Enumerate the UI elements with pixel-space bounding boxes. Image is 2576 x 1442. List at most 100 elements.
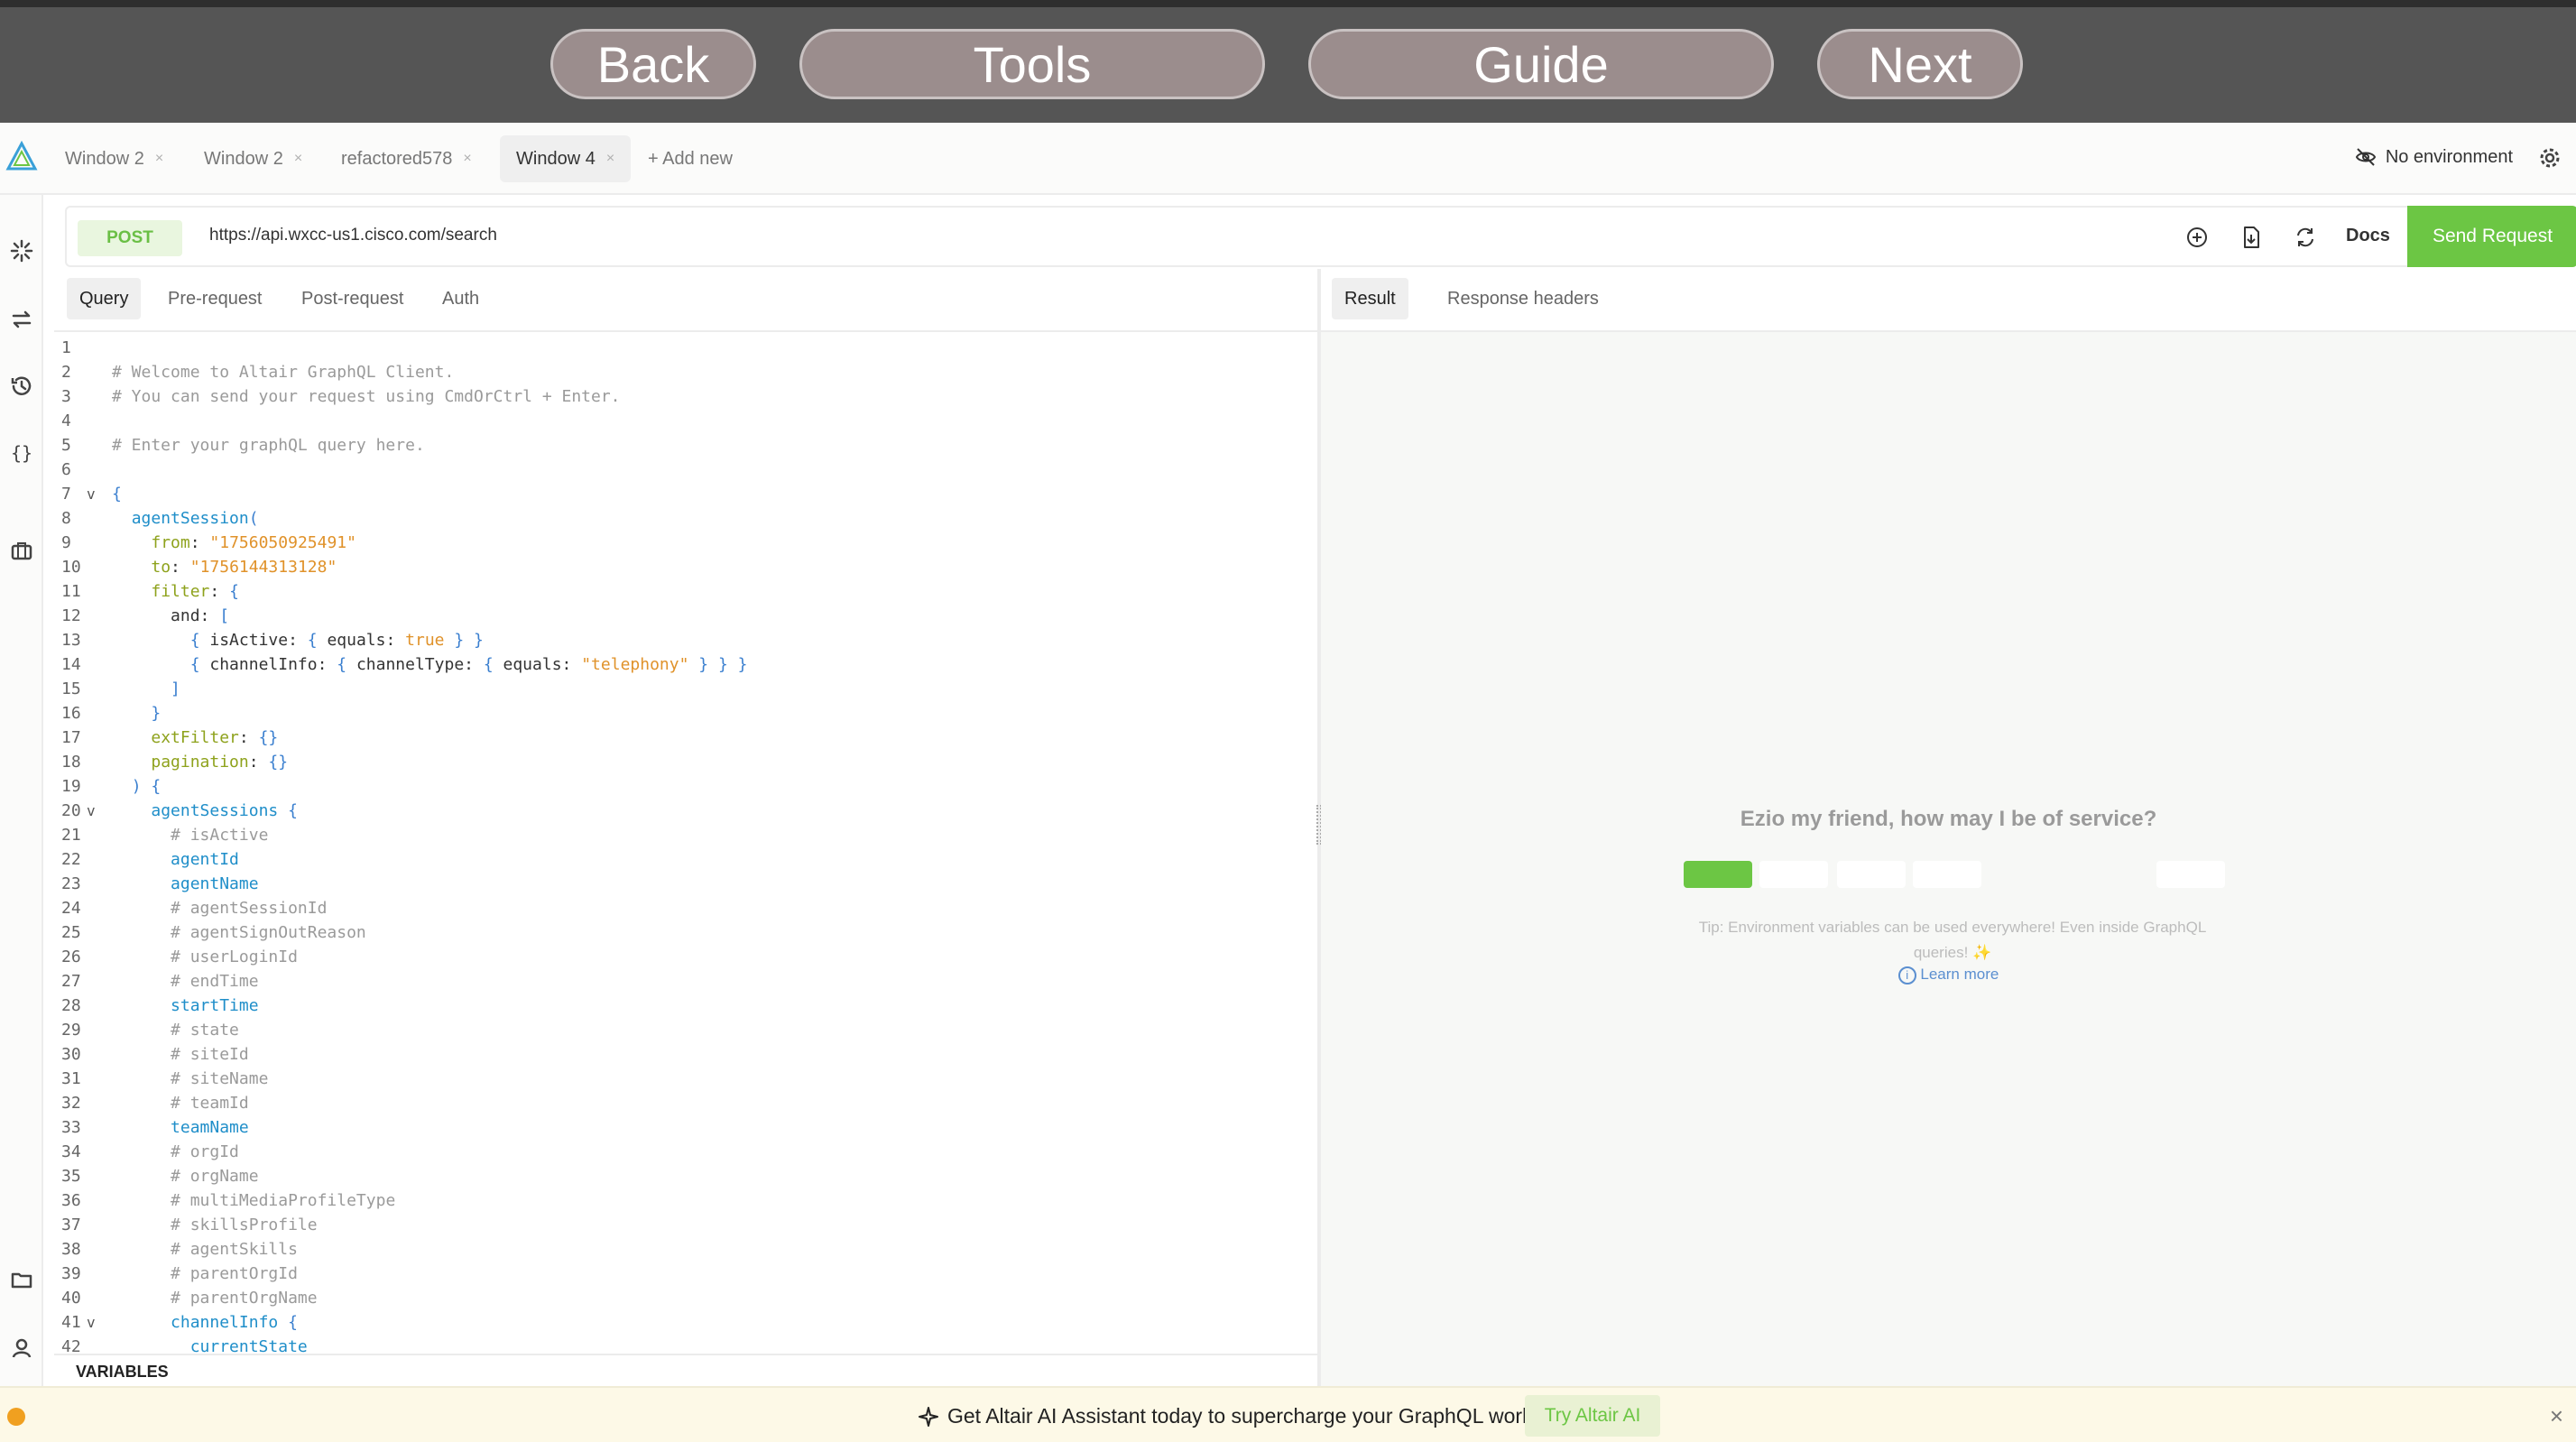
code-token: ) { (131, 777, 162, 796)
code-line[interactable]: 14 { channelInfo: { channelType: { equal… (54, 652, 1317, 677)
guide-button[interactable]: Guide (1308, 29, 1774, 99)
code-line[interactable]: 15 ] (54, 677, 1317, 701)
window-tab[interactable]: Window 2 × (188, 135, 319, 182)
code-line[interactable]: 41 v channelInfo { (54, 1310, 1317, 1335)
tab-query[interactable]: Query (67, 278, 142, 319)
code-line[interactable]: 18 pagination: {} (54, 750, 1317, 774)
notification-dot-icon (7, 1408, 25, 1426)
code-line[interactable]: 23 agentName (54, 872, 1317, 896)
code-token: } (454, 631, 465, 650)
send-request-button[interactable]: Send Request (2407, 206, 2576, 267)
code-line[interactable]: 37 # skillsProfile (54, 1213, 1317, 1237)
close-icon[interactable]: × (155, 151, 163, 167)
code-line[interactable]: 1 (54, 336, 1317, 360)
code-line[interactable]: 30 # siteId (54, 1042, 1317, 1067)
tab-post-request[interactable]: Post-request (289, 278, 416, 319)
code-line[interactable]: 10 to: "1756144313128" (54, 555, 1317, 579)
code-line[interactable]: 20 v agentSessions { (54, 799, 1317, 823)
code-text: ] (112, 677, 180, 701)
code-line[interactable]: 36 # multiMediaProfileType (54, 1188, 1317, 1213)
next-button[interactable]: Next (1817, 29, 2023, 99)
code-line[interactable]: 21 # isActive (54, 823, 1317, 847)
add-new-tab-button[interactable]: + Add new (632, 135, 749, 182)
code-token: agentSession (131, 509, 249, 528)
file-download-icon[interactable] (2238, 224, 2265, 251)
environment-selector[interactable]: No environment (2355, 146, 2513, 168)
url-input[interactable]: https://api.wxcc-us1.cisco.com/search (209, 226, 497, 245)
code-line[interactable]: 6 (54, 458, 1317, 482)
code-line[interactable]: 13 { isActive: { equals: true } } (54, 628, 1317, 652)
code-line[interactable]: 29 # state (54, 1018, 1317, 1042)
code-line[interactable]: 39 # parentOrgId (54, 1262, 1317, 1286)
close-icon[interactable]: × (294, 151, 302, 167)
code-line[interactable]: 22 agentId (54, 847, 1317, 872)
briefcase-icon[interactable] (9, 538, 34, 563)
tab-auth[interactable]: Auth (429, 278, 492, 319)
window-tab[interactable]: Window 2 × (49, 135, 180, 182)
code-line[interactable]: 3 # You can send your request using CmdOr… (54, 384, 1317, 409)
altair-logo-icon[interactable] (5, 141, 38, 173)
shortcut-key (2156, 861, 2225, 888)
folder-icon[interactable] (9, 1267, 34, 1292)
query-editor[interactable]: 1 2 # Welcome to Altair GraphQL Client. 3 # … (54, 336, 1317, 1354)
code-line[interactable]: 34 # orgId (54, 1140, 1317, 1164)
code-line[interactable]: 12 and: [ (54, 604, 1317, 628)
tab-pre-request[interactable]: Pre-request (155, 278, 275, 319)
code-line[interactable]: 11 filter: { (54, 579, 1317, 604)
code-line[interactable]: 33 teamName (54, 1115, 1317, 1140)
line-number: 12 (61, 606, 81, 625)
close-icon[interactable]: × (2550, 1402, 2563, 1430)
try-altair-ai-button[interactable]: Try Altair AI (1525, 1395, 1660, 1437)
fold-toggle-icon[interactable]: v (87, 482, 96, 506)
code-line[interactable]: 26 # userLoginId (54, 945, 1317, 969)
fold-toggle-icon[interactable]: v (87, 1310, 96, 1335)
code-token: : (238, 728, 259, 747)
code-token: {} (268, 753, 289, 772)
http-method-select[interactable]: POST (78, 220, 182, 256)
code-line[interactable]: 35 # orgName (54, 1164, 1317, 1188)
docs-button[interactable]: Docs (2346, 226, 2390, 246)
history-icon[interactable] (9, 374, 34, 399)
code-line[interactable]: 28 startTime (54, 994, 1317, 1018)
window-tab[interactable]: refactored578 × (325, 135, 488, 182)
code-line[interactable]: 42 currentState (54, 1335, 1317, 1354)
window-tab-active[interactable]: Window 4 × (500, 135, 632, 182)
code-line[interactable]: 38 # agentSkills (54, 1237, 1317, 1262)
code-line[interactable]: 24 # agentSessionId (54, 896, 1317, 920)
add-circle-icon[interactable] (2184, 224, 2211, 251)
close-icon[interactable]: × (463, 151, 471, 167)
close-icon[interactable]: × (606, 151, 614, 167)
tools-button[interactable]: Tools (799, 29, 1265, 99)
braces-icon[interactable]: {} (9, 440, 34, 466)
fold-toggle-icon[interactable]: v (87, 799, 96, 823)
refresh-icon[interactable] (2292, 224, 2319, 251)
code-line[interactable]: 25 # agentSignOutReason (54, 920, 1317, 945)
tab-response-headers[interactable]: Response headers (1435, 278, 1611, 319)
learn-more-link[interactable]: i Learn more (1321, 966, 2576, 984)
code-line[interactable]: 19 ) { (54, 774, 1317, 799)
code-line[interactable]: 4 (54, 409, 1317, 433)
code-line[interactable]: 16 } (54, 701, 1317, 726)
back-button[interactable]: Back (550, 29, 756, 99)
code-line[interactable]: 32 # teamId (54, 1091, 1317, 1115)
user-icon[interactable] (9, 1336, 34, 1361)
code-line[interactable]: 17 extFilter: {} (54, 726, 1317, 750)
loading-spinner-icon[interactable] (9, 238, 34, 263)
line-number: 31 (61, 1069, 81, 1088)
code-line[interactable]: 9 from: "1756050925491" (54, 531, 1317, 555)
code-line[interactable]: 5 # Enter your graphQL query here. (54, 433, 1317, 458)
code-line[interactable]: 8 agentSession( (54, 506, 1317, 531)
variables-panel-header[interactable]: VARIABLES (54, 1354, 1317, 1386)
code-line[interactable]: 7 v{ (54, 482, 1317, 506)
code-line[interactable]: 27 # endTime (54, 969, 1317, 994)
code-line[interactable]: 2 # Welcome to Altair GraphQL Client. (54, 360, 1317, 384)
tab-result[interactable]: Result (1332, 278, 1408, 319)
swap-icon[interactable] (9, 307, 34, 332)
code-line[interactable]: 31 # siteName (54, 1067, 1317, 1091)
gear-icon[interactable] (2536, 144, 2563, 171)
code-token: and: (112, 606, 220, 625)
code-line[interactable]: 40 # parentOrgName (54, 1286, 1317, 1310)
